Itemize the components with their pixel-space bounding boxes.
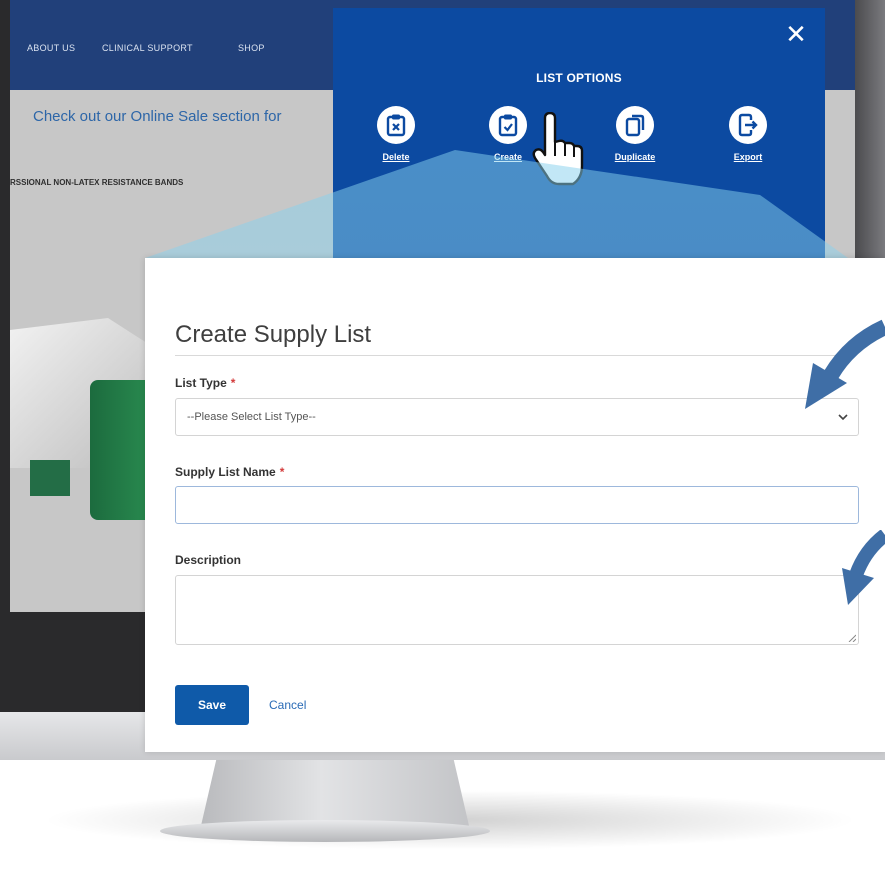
required-marker: * [279,465,285,479]
create-supply-list-modal: Create Supply List List Type * --Please S… [145,258,885,752]
resize-grip-icon[interactable] [848,634,856,642]
nav-shop[interactable]: SHOP [238,43,265,53]
list-options-title: LIST OPTIONS [536,71,622,85]
cancel-link[interactable]: Cancel [269,698,306,712]
promo-text[interactable]: Check out our Online Sale section for [33,108,281,125]
modal-title: Create Supply List [175,321,372,348]
list-type-selected-value: --Please Select List Type-- [187,411,316,423]
list-type-select[interactable]: --Please Select List Type-- [175,398,859,436]
duplicate-icon [616,106,654,144]
export-icon [729,106,767,144]
required-marker: * [230,376,236,390]
export-option[interactable]: Export [708,106,788,162]
list-type-label: List Type * [175,376,235,390]
supply-list-name-label-text: Supply List Name [175,465,276,479]
save-button[interactable]: Save [175,685,249,725]
product-heading: RSSIONAL NON-LATEX RESISTANCE BANDS [10,178,184,187]
export-option-label: Export [733,152,763,162]
delete-option-label: Delete [382,152,410,162]
duplicate-option-label: Duplicate [614,152,656,162]
delete-option[interactable]: Delete [356,106,436,162]
nav-clinical-support[interactable]: CLINICAL SUPPORT [102,43,193,53]
monitor-foot [160,820,490,842]
nav-about-us[interactable]: ABOUT US [27,43,75,53]
supply-list-name-input[interactable] [175,486,859,524]
description-label: Description [175,553,242,567]
list-options-panel: ✕ LIST OPTIONS Delete Create Duplicate E… [333,8,825,270]
stage: ABOUT US CLINICAL SUPPORT SHOP Check out… [0,0,885,873]
supply-list-name-label: Supply List Name * [175,465,284,479]
chevron-down-icon [838,414,848,421]
duplicate-option[interactable]: Duplicate [595,106,675,162]
list-type-label-text: List Type [175,376,227,390]
hand-cursor-icon [532,112,584,186]
product-label-image [30,460,70,496]
delete-clipboard-icon [377,106,415,144]
description-textarea[interactable] [175,575,859,645]
title-divider [175,355,855,356]
create-clipboard-icon [489,106,527,144]
close-icon[interactable]: ✕ [784,21,808,47]
